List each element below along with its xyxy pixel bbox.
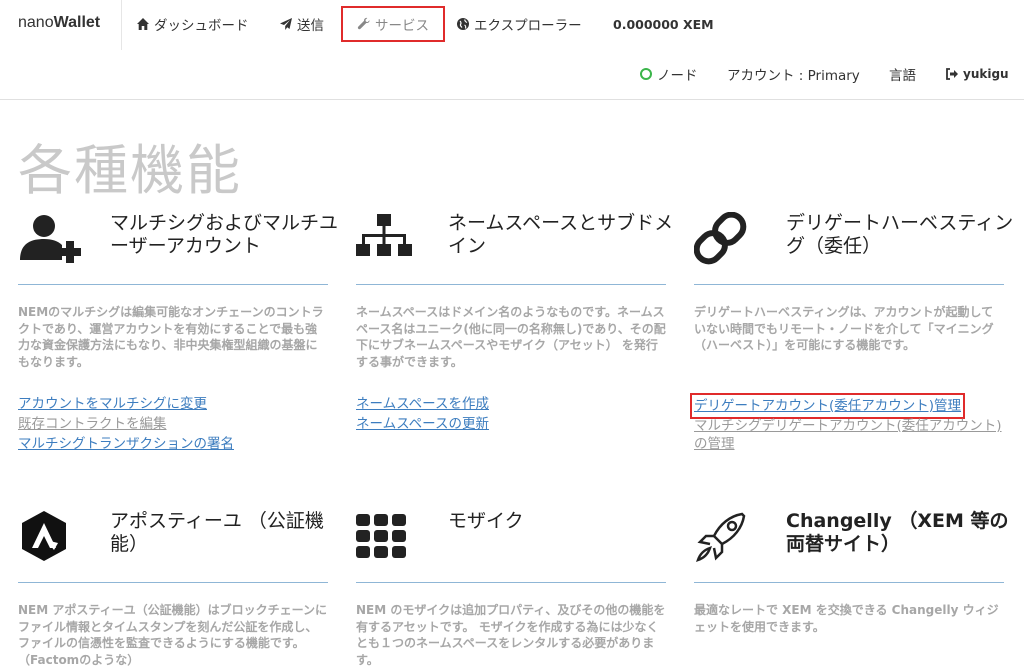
card-divider (356, 582, 666, 583)
nav-node[interactable]: ノード (640, 50, 698, 98)
card-divider (18, 284, 328, 285)
paper-plane-icon (279, 17, 293, 31)
card-delegated-harvesting: デリゲートハーベスティング（委任） デリゲートハーベスティングは、アカウントが起… (689, 212, 1013, 472)
apostille-icon (18, 510, 88, 580)
card-divider (18, 582, 328, 583)
card-description: NEMのマルチシグは編集可能なオンチェーンのコントラクトであり、運営アカウントを… (18, 305, 324, 369)
card-divider (356, 284, 666, 285)
nav-language[interactable]: 言語 (889, 50, 916, 98)
nav-explorer[interactable]: エクスプローラー (456, 0, 582, 48)
card-multisig: マルチシグおよびマルチユーザーアカウント NEMのマルチシグは編集可能なオンチェ… (18, 212, 338, 472)
card-mosaics: モザイク NEM のモザイクは追加プロパティ、及びその他の機能を有するアセットで… (356, 510, 666, 667)
add-user-icon (18, 212, 88, 282)
nav-user[interactable]: yukigu (945, 50, 1009, 98)
sign-multisig-tx-link[interactable]: マルチシグトランザクションの署名 (18, 435, 328, 453)
card-apostille: アポスティーユ （公証機能） NEM アポスティーユ（公証機能）はブロックチェー… (18, 510, 328, 667)
card-title: Changelly （XEM 等の両替サイト） (786, 510, 1009, 555)
edit-contract-link[interactable]: 既存コントラクトを編集 (18, 415, 328, 433)
card-links: ネームスペースを作成 ネームスペースの更新 (356, 395, 666, 435)
page-title: 各種機能 (18, 139, 242, 202)
balance-display: 0.000000 XEM (613, 16, 714, 32)
card-divider (694, 284, 1004, 285)
card-description: 最適なレートで XEM を交換できる Changelly ウィジェットを使用でき… (694, 603, 999, 634)
sitemap-icon (356, 212, 426, 282)
card-links: デリゲートアカウント(委任アカウント)管理 マルチシグデリゲートアカウント(委任… (689, 393, 1004, 455)
nav-services[interactable]: サービス (341, 6, 445, 42)
manage-multisig-delegated-link[interactable]: マルチシグデリゲートアカウント(委任アカウント)の管理 (694, 417, 1004, 453)
nav-dashboard[interactable]: ダッシュボード (136, 0, 249, 48)
card-title: マルチシグおよびマルチユーザーアカウント (110, 212, 339, 257)
card-description: NEM のモザイクは追加プロパティ、及びその他の機能を有するアセットです。 モザ… (356, 603, 666, 667)
globe-icon (456, 17, 470, 31)
card-title: デリゲートハーベスティング（委任） (786, 212, 1014, 257)
wrench-icon (357, 17, 371, 31)
card-title: ネームスペースとサブドメイン (448, 212, 674, 257)
card-description: ネームスペースはドメイン名のようなものです。ネームスペース名はユニーク(他に同一… (356, 305, 666, 369)
create-namespace-link[interactable]: ネームスペースを作成 (356, 395, 666, 413)
rocket-icon (694, 510, 764, 580)
node-status-icon (640, 68, 652, 80)
top-navbar: nanoWallet ダッシュボード 送信 サービス エクスプローラー 0.00… (0, 0, 1024, 100)
manage-delegated-account-link[interactable]: デリゲートアカウント(委任アカウント)管理 (689, 393, 966, 419)
card-title: アポスティーユ （公証機能） (110, 510, 324, 555)
card-namespaces: ネームスペースとサブドメイン ネームスペースはドメイン名のようなものです。ネーム… (356, 212, 673, 472)
convert-to-multisig-link[interactable]: アカウントをマルチシグに変更 (18, 395, 328, 413)
card-links: アカウントをマルチシグに変更 既存コントラクトを編集 マルチシグトランザクション… (18, 395, 328, 455)
card-divider (694, 582, 1004, 583)
nav-send[interactable]: 送信 (279, 0, 324, 48)
card-title: モザイク (448, 510, 524, 532)
logout-icon (945, 67, 959, 81)
card-description: NEM アポスティーユ（公証機能）はブロックチェーンにファイル情報とタイムスタン… (18, 603, 328, 667)
card-changelly: Changelly （XEM 等の両替サイト） 最適なレートで XEM を交換で… (694, 510, 1008, 667)
chain-link-icon (694, 212, 764, 282)
home-icon (136, 17, 150, 31)
mosaic-grid-icon (356, 510, 426, 580)
nav-account[interactable]: アカウント : Primary (727, 50, 860, 98)
renew-namespace-link[interactable]: ネームスペースの更新 (356, 415, 666, 433)
brand-divider (121, 0, 122, 50)
brand-logo[interactable]: nanoWallet (18, 14, 100, 38)
card-description: デリゲートハーベスティングは、アカウントが起動していない時間でもリモート・ノード… (694, 305, 994, 352)
